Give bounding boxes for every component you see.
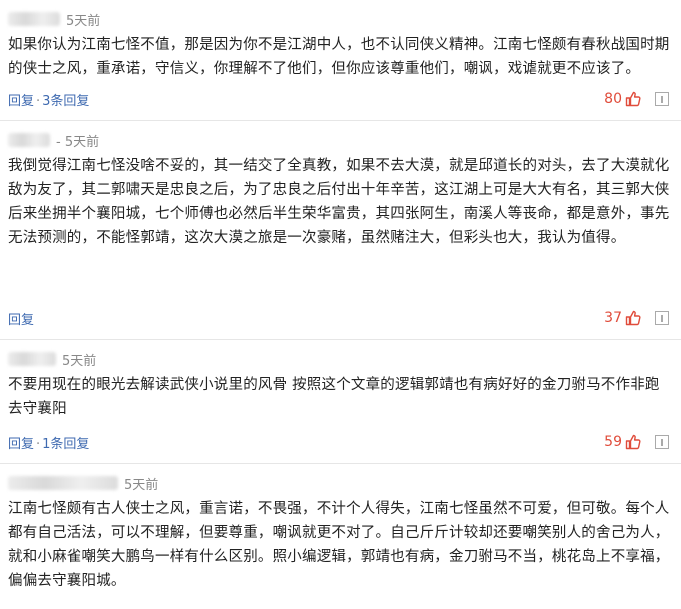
reply-label: 回复 — [8, 93, 35, 109]
like-count: 59 — [604, 434, 622, 450]
comment-item: 5天前 如果你认为江南七怪不值，那是因为你不是江湖中人，也不认同侠义精神。江南七… — [0, 0, 681, 121]
comment-text: 不要用现在的眼光去解读武侠小说里的风骨 按照这个文章的逻辑郭靖也有病好好的金刀驸… — [8, 377, 660, 417]
separator-dot: · — [36, 93, 41, 109]
blurred-username[interactable] — [8, 133, 50, 147]
like-button[interactable]: 37 — [604, 310, 641, 326]
comment-time: 5天前 — [66, 13, 101, 29]
thumbs-up-icon — [625, 434, 641, 450]
report-icon[interactable] — [655, 435, 669, 449]
comment-actions: 回复 · 1条回复 59 — [8, 433, 669, 452]
reply-button[interactable]: 回复 · 1条回复 — [8, 433, 89, 452]
separator-dot: · — [36, 436, 41, 452]
comment-time: - 5天前 — [56, 134, 100, 150]
comment-text: 江南七怪颇有古人侠士之风，重言诺，不畏强，不计个人得失，江南七怪虽然不可爱，但可… — [8, 501, 670, 589]
like-button[interactable]: 59 — [604, 434, 641, 450]
like-count: 80 — [604, 91, 622, 107]
comment-meta: - 5天前 — [8, 121, 673, 151]
comment-meta: 5天前 — [8, 464, 673, 494]
reply-button[interactable]: 回复 · 3条回复 — [8, 90, 89, 109]
comment-meta: 5天前 — [8, 340, 673, 370]
comment-time: 5天前 — [62, 353, 97, 369]
reply-label: 回复 — [8, 436, 35, 452]
blurred-username[interactable] — [8, 12, 60, 26]
comment-item: 5天前 不要用现在的眼光去解读武侠小说里的风骨 按照这个文章的逻辑郭靖也有病好好… — [0, 340, 681, 464]
comment-text: 如果你认为江南七怪不值，那是因为你不是江湖中人，也不认同侠义精神。江南七怪颇有春… — [8, 37, 670, 77]
thumbs-up-icon — [625, 91, 641, 107]
comment-item: 5天前 江南七怪颇有古人侠士之风，重言诺，不畏强，不计个人得失，江南七怪虽然不可… — [0, 464, 681, 609]
comment-text: 我倒觉得江南七怪没啥不妥的，其一结交了全真教，如果不去大漠，就是邱道长的对头，去… — [8, 158, 670, 246]
report-icon[interactable] — [655, 311, 669, 325]
comment-meta: 5天前 — [8, 0, 673, 30]
reply-button[interactable]: 回复 — [8, 309, 34, 328]
blurred-username[interactable] — [8, 476, 118, 490]
comment-actions: 回复 37 — [8, 309, 669, 328]
comment-time: 5天前 — [124, 477, 159, 493]
reply-label: 回复 — [8, 312, 35, 328]
comment-item: - 5天前 我倒觉得江南七怪没啥不妥的，其一结交了全真教，如果不去大漠，就是邱道… — [0, 121, 681, 340]
like-count: 37 — [604, 310, 622, 326]
like-button[interactable]: 80 — [604, 91, 641, 107]
reply-count[interactable]: 3条回复 — [42, 94, 89, 109]
comment-actions: 回复 · 3条回复 80 — [8, 90, 669, 109]
reply-count[interactable]: 1条回复 — [42, 437, 89, 452]
thumbs-up-icon — [625, 310, 641, 326]
report-icon[interactable] — [655, 92, 669, 106]
blurred-username[interactable] — [8, 352, 56, 366]
